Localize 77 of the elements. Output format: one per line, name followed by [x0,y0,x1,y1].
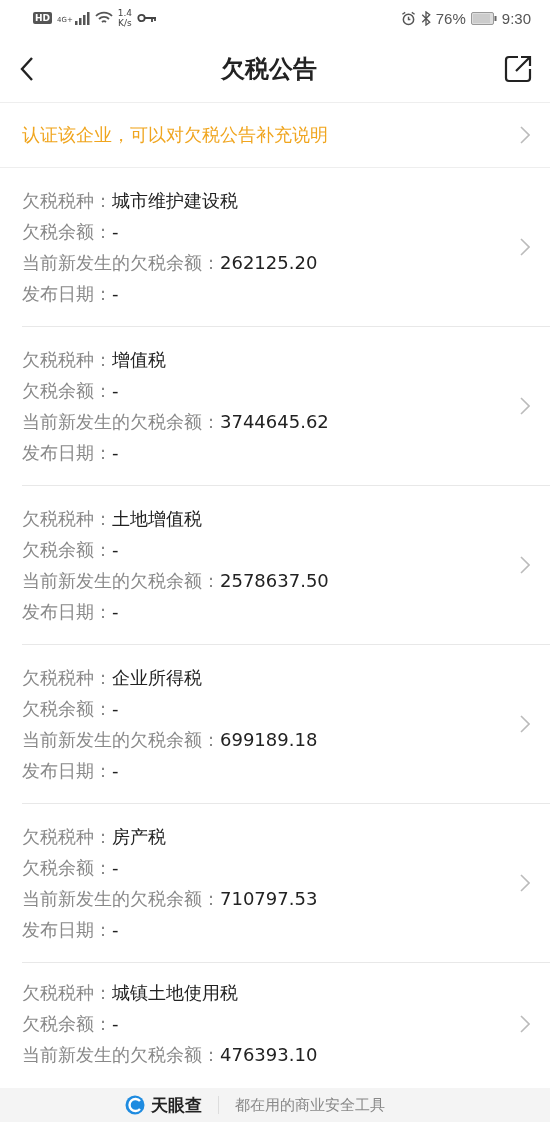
field-value: 城镇土地使用税 [112,982,238,1003]
field-value: 262125.20 [220,252,318,273]
field-value: 企业所得税 [112,667,202,688]
field-value: - [112,442,119,463]
clock-time: 9:30 [501,9,531,27]
bluetooth-icon [420,10,431,26]
field-label: 欠税余额： [22,539,112,560]
field-label: 欠税余额： [22,857,112,878]
tax-record-row[interactable]: 欠税税种：土地增值税 欠税余额：- 当前新发生的欠税余额：2578637.50 发布日期：- [22,486,550,645]
chevron-icon [520,556,530,574]
field-value: - [112,760,119,781]
field-value: - [112,380,119,401]
page-title: 欠税公告 [221,54,317,85]
field-label: 发布日期： [22,601,112,622]
chevron-icon [520,715,530,733]
wifi-icon [94,11,113,25]
field-value: 3744645.62 [220,411,329,432]
field-value: - [112,601,119,622]
field-value: - [112,539,119,560]
tax-record-row[interactable]: 欠税税种：城市维护建设税 欠税余额：- 当前新发生的欠税余额：262125.20 发布日期：- [22,168,550,327]
field-label: 欠税税种： [22,190,112,211]
field-label: 欠税税种： [22,508,112,529]
field-value: - [112,1013,119,1034]
field-label: 发布日期： [22,760,112,781]
key-icon [137,13,158,23]
field-label: 欠税余额： [22,698,112,719]
chevron-icon [520,238,530,256]
chevron-icon [520,397,530,415]
field-label: 欠税税种： [22,667,112,688]
tax-record-row[interactable]: 欠税税种：城镇土地使用税 欠税余额：- 当前新发生的欠税余额：476393.10 [22,963,550,1070]
field-value: - [112,283,119,304]
field-value: - [112,698,119,719]
field-value: - [112,919,119,940]
battery-percent: 76% [435,9,466,27]
network-speed: 1.4 K/s [117,8,133,28]
field-label: 发布日期： [22,283,112,304]
field-label: 欠税余额： [22,1013,112,1034]
chevron-icon [520,126,530,144]
field-value: - [112,221,119,242]
app-banner[interactable]: 天眼查 都在用的商业安全工具 [0,1088,550,1122]
banner-slogan: 都在用的商业安全工具 [235,1095,385,1115]
field-label: 发布日期： [22,442,112,463]
logo-icon [125,1095,145,1115]
field-value: 699189.18 [220,729,318,750]
field-label: 发布日期： [22,919,112,940]
field-value: 房产税 [112,826,166,847]
signal-icon [73,11,90,25]
field-label: 当前新发生的欠税余额： [22,1044,220,1065]
field-label: 欠税税种： [22,826,112,847]
field-value: 2578637.50 [220,570,329,591]
brand-name: 天眼查 [151,1093,202,1117]
field-label: 欠税税种： [22,349,112,370]
tax-record-row[interactable]: 欠税税种：房产税 欠税余额：- 当前新发生的欠税余额：710797.53 发布日期：- [22,804,550,963]
tax-record-row[interactable]: 欠税税种：增值税 欠税余额：- 当前新发生的欠税余额：3744645.62 发布日期：- [22,327,550,486]
field-label: 欠税税种： [22,982,112,1003]
back-icon[interactable] [20,56,34,82]
field-label: 欠税余额： [22,380,112,401]
field-value: 城市维护建设税 [112,190,238,211]
tax-record-row[interactable]: 欠税税种：企业所得税 欠税余额：- 当前新发生的欠税余额：699189.18 发布日期：- [22,645,550,804]
field-value: 增值税 [112,349,166,370]
field-label: 当前新发生的欠税余额： [22,252,220,273]
field-label: 当前新发生的欠税余额： [22,570,220,591]
field-value: 476393.10 [220,1044,318,1065]
field-label: 当前新发生的欠税余额： [22,729,220,750]
notice-text: 认证该企业，可以对欠税公告补充说明 [22,123,328,147]
field-label: 当前新发生的欠税余额： [22,411,220,432]
field-label: 当前新发生的欠税余额： [22,888,220,909]
chevron-icon [520,874,530,892]
field-value: 710797.53 [220,888,318,909]
field-label: 欠税余额： [22,221,112,242]
alarm-icon [400,10,416,26]
battery-icon [470,11,497,25]
field-value: - [112,857,119,878]
chevron-icon [520,1014,530,1033]
field-value: 土地增值税 [112,508,202,529]
hd-badge: HD [33,12,52,24]
share-icon[interactable] [504,55,532,83]
